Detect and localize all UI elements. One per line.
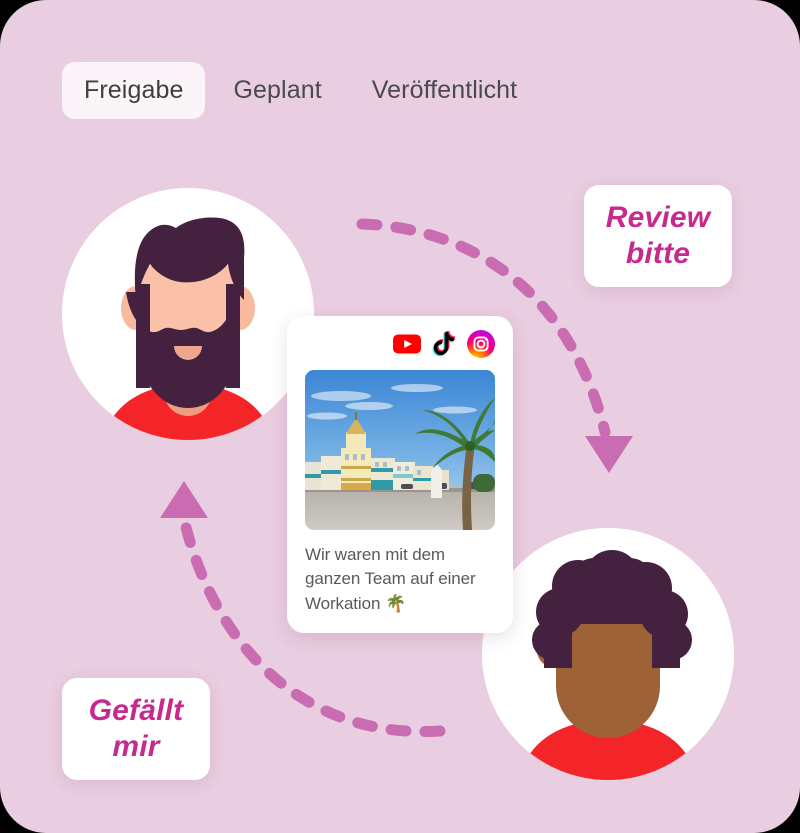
tab-veroeffentlicht[interactable]: Veröffentlicht <box>350 62 539 119</box>
like-bubble-text: Gefällt mir <box>88 694 184 763</box>
status-tabs: Freigabe Geplant Veröffentlicht <box>62 62 539 119</box>
app-canvas: Freigabe Geplant Veröffentlicht Wir ware… <box>0 0 800 833</box>
reviewer-avatar[interactable] <box>482 528 734 780</box>
tiktok-icon[interactable] <box>430 330 458 358</box>
tab-freigabe-label: Freigabe <box>84 76 184 104</box>
review-bubble[interactable]: Review bitte <box>584 185 732 287</box>
review-arrow-head <box>585 436 633 473</box>
tab-veroeffentlicht-label: Veröffentlicht <box>371 76 518 104</box>
tab-freigabe[interactable]: Freigabe <box>62 62 206 119</box>
author-avatar[interactable] <box>62 188 314 440</box>
instagram-icon[interactable] <box>467 330 495 358</box>
youtube-icon[interactable] <box>393 330 421 358</box>
social-icon-row <box>305 329 495 359</box>
post-caption: Wir waren mit dem ganzen Team auf einer … <box>305 545 476 613</box>
like-bubble[interactable]: Gefällt mir <box>62 678 210 780</box>
post-card[interactable]: Wir waren mit dem ganzen Team auf einer … <box>287 316 513 633</box>
tab-geplant-label: Geplant <box>233 76 322 104</box>
review-bubble-text: Review bitte <box>605 201 711 270</box>
post-image <box>305 370 495 530</box>
tab-geplant[interactable]: Geplant <box>211 62 343 119</box>
like-arrow-head <box>160 481 208 518</box>
